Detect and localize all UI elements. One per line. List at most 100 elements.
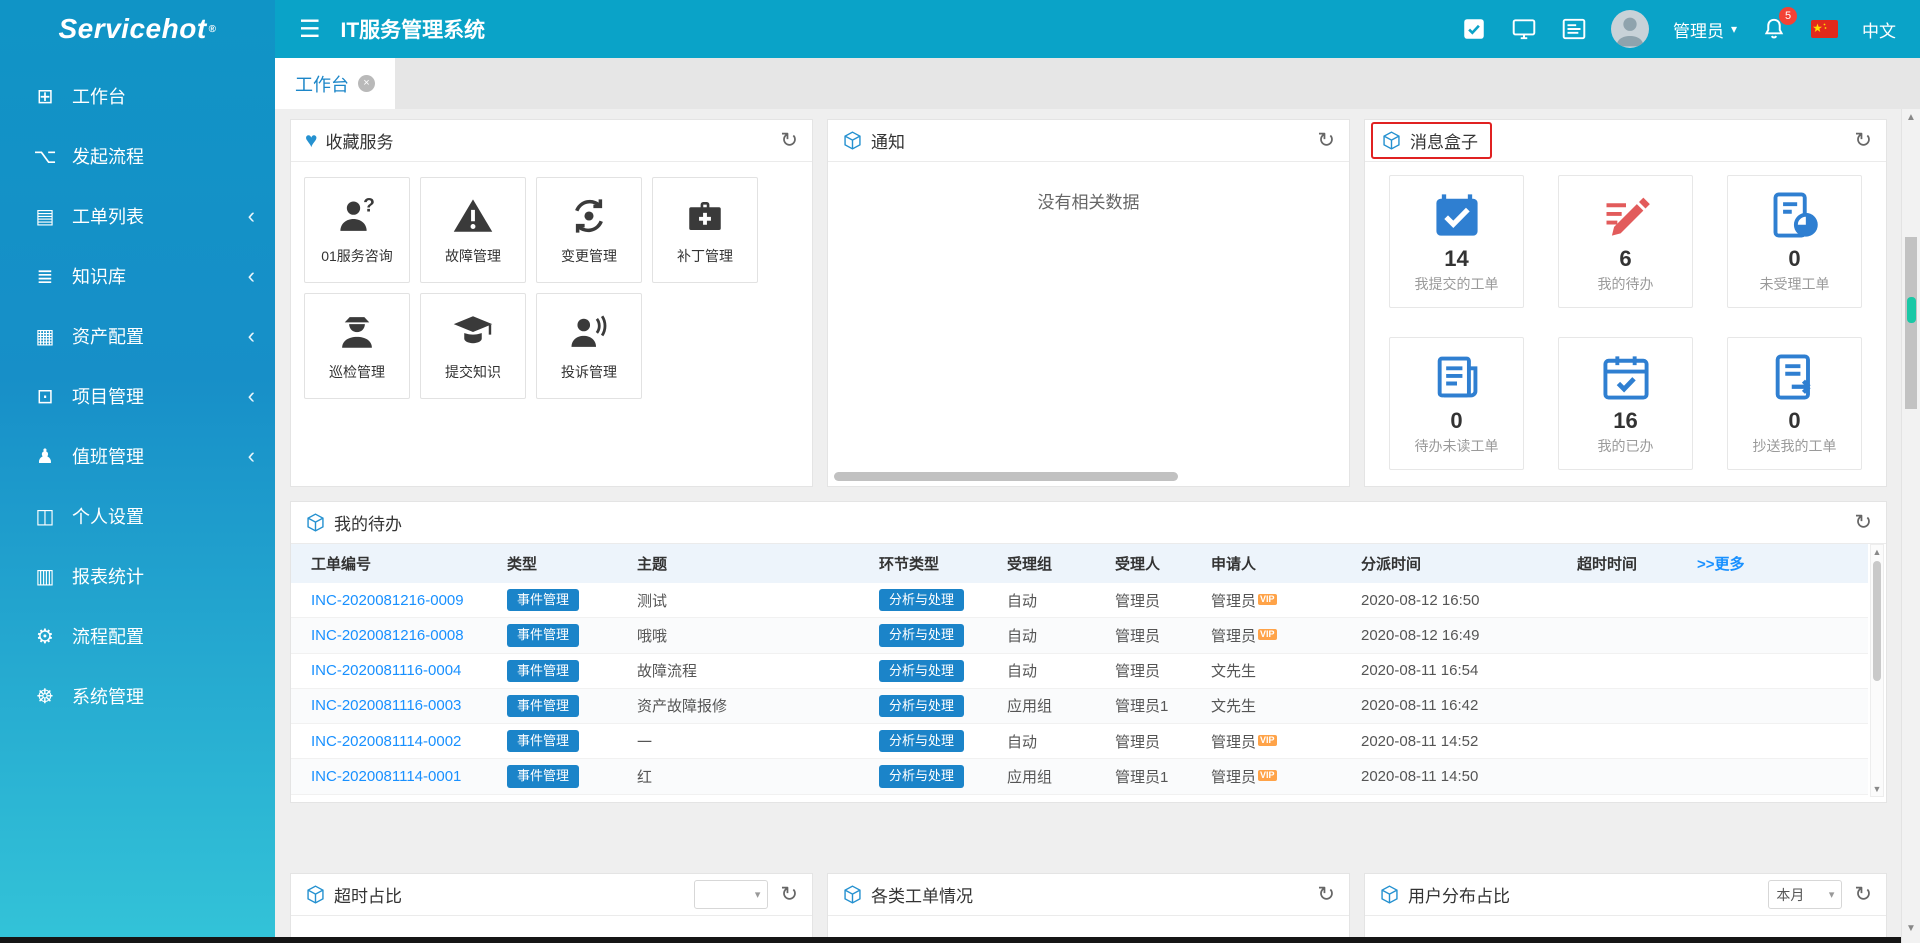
tile-unread-todo-orders[interactable]: 0 待办未读工单	[1389, 337, 1524, 470]
topbar-actions: 管理员 ▾ 5 中文	[1461, 10, 1896, 48]
sidebar-item-project-management[interactable]: ⊡ 项目管理 ‹	[0, 366, 275, 426]
vip-badge: VIP	[1258, 735, 1277, 746]
sidebar-item-duty-management[interactable]: ♟ 值班管理 ‹	[0, 426, 275, 486]
inspector-icon	[336, 311, 378, 353]
cube-icon	[1379, 884, 1400, 905]
table-row[interactable]: INC-2020081216-0009 事件管理 测试 分析与处理 自动 管理员…	[291, 583, 1868, 618]
subject-cell: 哦哦	[629, 618, 871, 653]
scroll-down-arrow-icon[interactable]: ▼	[1871, 783, 1883, 795]
favorite-fault-management[interactable]: 故障管理	[420, 177, 526, 283]
period-select[interactable]: 本月 ▾	[1768, 880, 1842, 909]
table-row[interactable]: INC-2020081114-0002 事件管理 一 分析与处理 自动 管理员 …	[291, 724, 1868, 759]
tab-close-icon[interactable]: ×	[358, 75, 375, 92]
chevron-left-icon: ‹	[248, 325, 255, 347]
favorite-inspection-management[interactable]: 巡检管理	[304, 293, 410, 399]
refresh-icon[interactable]: ↻	[780, 884, 798, 905]
sidebar-item-work-orders[interactable]: ▤ 工单列表 ‹	[0, 186, 275, 246]
table-vertical-scrollbar[interactable]: ▲ ▼	[1870, 544, 1884, 797]
refresh-icon[interactable]: ↻	[1854, 512, 1872, 533]
tile-my-todo[interactable]: 6 我的待办	[1558, 175, 1693, 308]
table-row[interactable]: INC-2020081114-0001 事件管理 红 分析与处理 应用组 管理员…	[291, 759, 1868, 794]
scroll-up-arrow-icon[interactable]: ▲	[1871, 546, 1883, 558]
column-header: 类型	[499, 544, 629, 583]
tile-unaccepted-orders[interactable]: 0 未受理工单	[1727, 175, 1862, 308]
order-id-link[interactable]: INC-2020081216-0008	[311, 627, 464, 644]
table-row[interactable]: INC-2020081116-0004 事件管理 故障流程 分析与处理 自动 管…	[291, 653, 1868, 688]
page-vertical-scrollbar[interactable]: ▲ ▼	[1901, 109, 1920, 943]
column-header: 工单编号	[291, 544, 499, 583]
grid-icon: ⊞	[30, 84, 60, 109]
user-menu[interactable]: 管理员 ▾	[1673, 17, 1737, 42]
table-row[interactable]: INC-2020081116-0003 事件管理 资产故障报修 分析与处理 应用…	[291, 688, 1868, 723]
applicant-name: 管理员	[1211, 593, 1256, 610]
work-queue-icon[interactable]	[1561, 16, 1587, 42]
spacer-cell	[1689, 688, 1868, 723]
sidebar-item-system-management[interactable]: ☸ 系统管理 ‹	[0, 666, 275, 726]
handler-cell: 管理员	[1107, 618, 1203, 653]
scrollbar-thumb[interactable]	[1905, 237, 1917, 409]
favorite-complaint-management[interactable]: 投诉管理	[536, 293, 642, 399]
favorite-submit-knowledge[interactable]: 提交知识	[420, 293, 526, 399]
step-badge: 分析与处理	[879, 624, 964, 646]
card-title: 通知	[871, 128, 905, 153]
card-title: 收藏服务	[325, 128, 393, 153]
newspaper-icon	[1431, 351, 1483, 407]
favorite-label: 投诉管理	[561, 362, 617, 382]
refresh-icon[interactable]: ↻	[1317, 884, 1335, 905]
order-id-link[interactable]: INC-2020081116-0003	[311, 697, 461, 714]
refresh-icon[interactable]: ↻	[780, 130, 798, 151]
sidebar-item-initiate-process[interactable]: ⌥ 发起流程 ‹	[0, 126, 275, 186]
order-id-link[interactable]: INC-2020081116-0004	[311, 662, 461, 679]
sidebar-item-report-statistics[interactable]: ▥ 报表统计 ‹	[0, 546, 275, 606]
favorite-patch-management[interactable]: 补丁管理	[652, 177, 758, 283]
refresh-icon[interactable]: ↻	[1854, 884, 1872, 905]
favorites-card: ♥ 收藏服务 ↻ ? 01服务咨询 故障管理	[290, 119, 813, 487]
scrollbar-thumb[interactable]	[1873, 561, 1881, 681]
tab-bar: 工作台 ×	[275, 58, 1920, 109]
sidebar-item-process-config[interactable]: ⚙ 流程配置 ‹	[0, 606, 275, 666]
favorite-service-consult[interactable]: ? 01服务咨询	[304, 177, 410, 283]
order-id-link[interactable]: INC-2020081216-0009	[311, 592, 464, 609]
applicant-name: 管理员	[1211, 734, 1256, 751]
user-avatar[interactable]	[1611, 10, 1649, 48]
order-id-link[interactable]: INC-2020081114-0001	[311, 768, 461, 785]
notifications-button[interactable]: 5	[1761, 16, 1787, 42]
applicant-cell: 文先生	[1203, 653, 1353, 688]
more-link[interactable]: >>更多	[1697, 556, 1745, 573]
tile-cc-to-me-orders[interactable]: 0 抄送我的工单	[1727, 337, 1862, 470]
sidebar-item-personal-settings[interactable]: ◫ 个人设置 ‹	[0, 486, 275, 546]
dispatch-time-cell: 2020-08-11 16:42	[1353, 688, 1569, 723]
tab-workbench[interactable]: 工作台 ×	[275, 58, 395, 109]
edit-pencil-icon	[1600, 189, 1652, 245]
horizontal-scrollbar[interactable]	[834, 472, 1178, 481]
person-question-icon: ?	[336, 195, 378, 237]
favorite-change-management[interactable]: 变更管理	[536, 177, 642, 283]
table-row[interactable]: INC-2020081216-0008 事件管理 哦哦 分析与处理 自动 管理员…	[291, 618, 1868, 653]
scroll-up-arrow-icon[interactable]: ▲	[1902, 112, 1920, 123]
sidebar-item-label: 知识库	[72, 263, 248, 289]
tile-my-done[interactable]: 16 我的已办	[1558, 337, 1693, 470]
tile-count: 16	[1613, 409, 1637, 433]
tile-my-submitted-orders[interactable]: 14 我提交的工单	[1389, 175, 1524, 308]
period-select[interactable]: ▾	[694, 880, 768, 909]
scroll-down-arrow-icon[interactable]: ▼	[1902, 923, 1920, 934]
tasks-check-icon[interactable]	[1461, 16, 1487, 42]
language-switch[interactable]: 中文	[1862, 17, 1896, 42]
refresh-icon[interactable]: ↻	[1854, 130, 1872, 151]
menu-toggle-icon[interactable]: ☰	[299, 15, 321, 44]
handler-cell: 管理员1	[1107, 759, 1203, 794]
china-flag-icon[interactable]	[1811, 20, 1838, 38]
order-types-card: 各类工单情况 ↻	[827, 873, 1350, 943]
empty-state-text: 没有相关数据	[828, 162, 1349, 213]
sidebar-item-asset-config[interactable]: ▦ 资产配置 ‹	[0, 306, 275, 366]
group-cell: 自动	[999, 583, 1107, 618]
monitor-icon[interactable]	[1511, 16, 1537, 42]
refresh-icon[interactable]: ↻	[1317, 130, 1335, 151]
group-cell: 应用组	[999, 759, 1107, 794]
sidebar-item-knowledge-base[interactable]: ≣ 知识库 ‹	[0, 246, 275, 306]
sidebar-item-workbench[interactable]: ⊞ 工作台 ‹	[0, 66, 275, 126]
order-id-link[interactable]: INC-2020081114-0002	[311, 733, 461, 750]
calendar-check-icon	[1600, 351, 1652, 407]
applicant-cell: 管理员VIP	[1203, 618, 1353, 653]
card-header: 各类工单情况 ↻	[828, 874, 1349, 916]
